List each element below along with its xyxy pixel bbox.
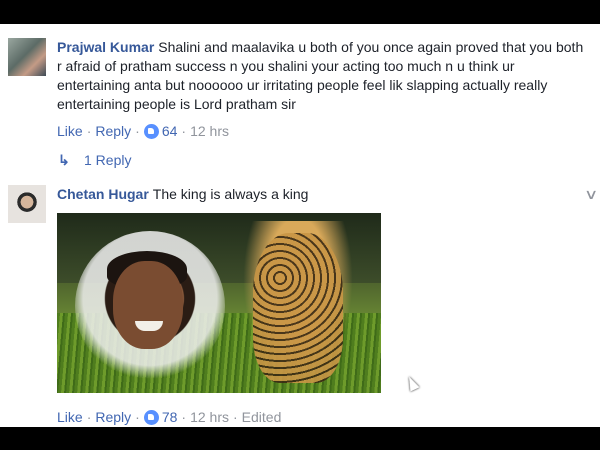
replies-label[interactable]: 1 Reply: [84, 152, 131, 168]
comment-author[interactable]: Prajwal Kumar: [57, 39, 154, 55]
comment-author[interactable]: Chetan Hugar: [57, 186, 149, 202]
separator: ·: [181, 123, 187, 139]
comment-text: The king is always a king: [152, 186, 309, 202]
separator: ·: [233, 409, 238, 425]
edited-label[interactable]: Edited: [242, 409, 282, 425]
timestamp[interactable]: 12 hrs: [190, 409, 229, 425]
view-replies-link[interactable]: ↳ 1 Reply: [58, 152, 131, 169]
like-link[interactable]: Like: [57, 123, 83, 139]
reply-link[interactable]: Reply: [95, 123, 131, 139]
reply-arrow-icon: ↳: [58, 152, 70, 168]
comments-panel: Prajwal Kumar Shalini and maalavika u bot…: [0, 24, 600, 427]
avatar[interactable]: [8, 38, 46, 76]
like-link[interactable]: Like: [57, 409, 83, 425]
separator: ·: [135, 123, 140, 139]
photo-person-face: [113, 261, 183, 349]
separator: ·: [181, 409, 187, 425]
separator: ·: [135, 409, 140, 425]
reply-link[interactable]: Reply: [95, 409, 131, 425]
like-reaction-icon[interactable]: [143, 410, 159, 425]
comment-actions: Like · Reply · 64 · 12 hrs: [57, 123, 229, 139]
comment-photo[interactable]: [57, 213, 381, 393]
reaction-count[interactable]: 64: [162, 123, 178, 139]
comment-actions: Like · Reply · 78 · 12 hrs · Edited: [57, 409, 281, 425]
comment-body: Chetan Hugar The king is always a king: [57, 185, 457, 204]
reaction-count[interactable]: 78: [162, 409, 178, 425]
like-reaction-icon[interactable]: [143, 124, 159, 139]
avatar[interactable]: [8, 185, 46, 223]
chevron-down-icon[interactable]: ∨: [584, 186, 598, 203]
comment-body: Prajwal Kumar Shalini and maalavika u bot…: [57, 38, 585, 114]
separator: ·: [86, 123, 92, 139]
timestamp[interactable]: 12 hrs: [190, 123, 229, 139]
photo-cheetah: [253, 233, 343, 383]
separator: ·: [86, 409, 92, 425]
